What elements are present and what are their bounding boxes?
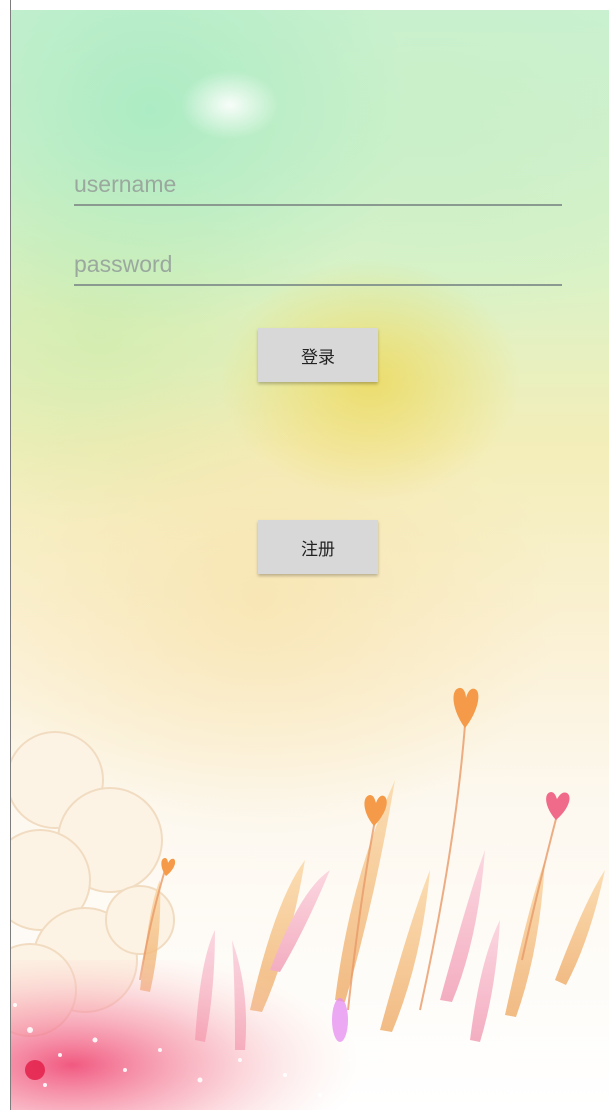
red-blossom — [25, 1060, 45, 1080]
flower-stems — [139, 724, 558, 1011]
password-field — [74, 238, 562, 286]
leaves — [140, 780, 605, 1050]
window-top-edge — [10, 0, 609, 10]
register-button[interactable]: 注册 — [258, 520, 378, 574]
sparkles — [13, 1003, 352, 1097]
username-input[interactable] — [74, 171, 562, 198]
window-left-edge — [0, 0, 11, 1110]
username-field — [74, 158, 562, 206]
background-cloud — [180, 70, 280, 140]
password-input[interactable] — [74, 251, 562, 278]
violet-petal — [332, 998, 348, 1042]
login-screen: 登录 注册 — [0, 0, 609, 1110]
login-button[interactable]: 登录 — [258, 328, 378, 382]
heart-flowers — [161, 687, 570, 876]
cream-blossoms — [0, 731, 175, 1037]
